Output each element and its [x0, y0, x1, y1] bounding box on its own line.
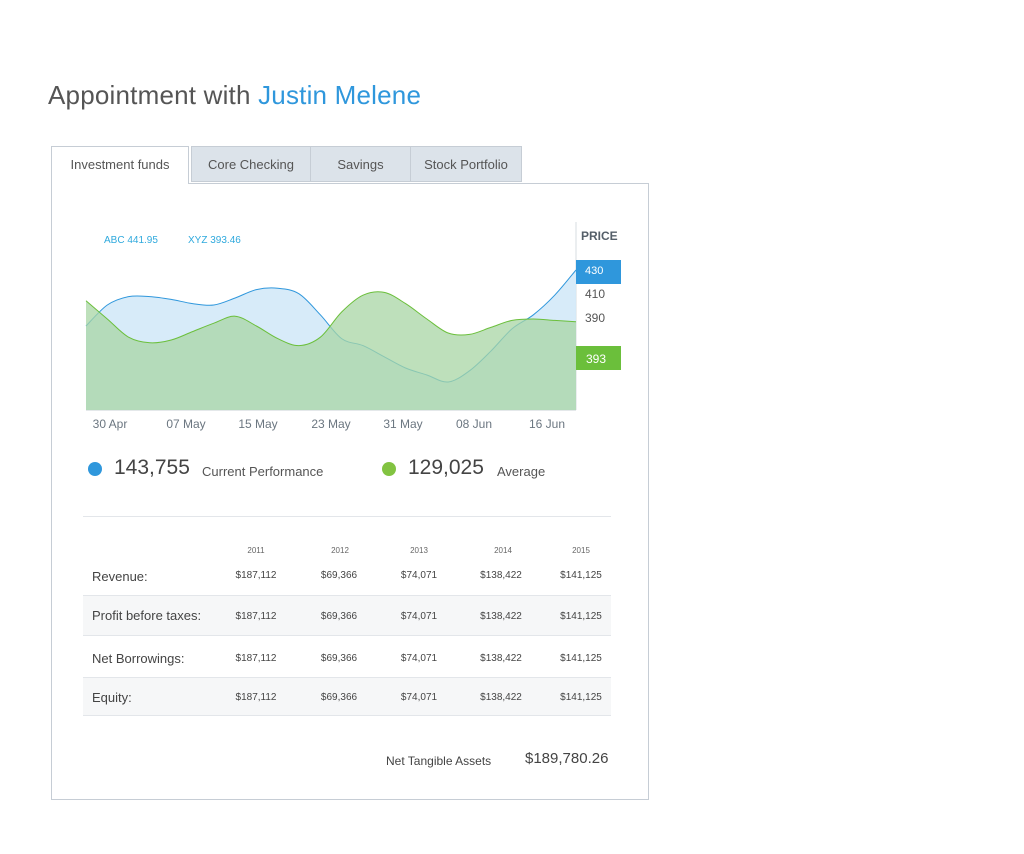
row-label: Revenue:	[92, 569, 148, 584]
row-label: Net Borrowings:	[92, 651, 185, 666]
page-title-prefix: Appointment with	[48, 80, 251, 110]
table-row: Profit before taxes: $187,112 $69,366 $7…	[83, 596, 611, 636]
legend-label-average: Average	[497, 464, 546, 479]
table-cell: $187,112	[235, 611, 277, 622]
table-cell: $74,071	[400, 570, 438, 581]
table-cell: $141,125	[560, 653, 602, 664]
table-cell: $187,112	[235, 653, 277, 664]
legend-value-current: 143,755	[114, 456, 190, 479]
net-tangible-assets-value: $189,780.26	[525, 750, 609, 767]
account-tabs: Investment funds Core Checking Savings S…	[51, 146, 522, 184]
table-cell: $187,112	[235, 570, 277, 581]
table-cell: $69,366	[320, 611, 358, 622]
tab-stock-portfolio[interactable]: Stock Portfolio	[411, 146, 522, 182]
legend-label-current: Current Performance	[202, 464, 324, 479]
net-tangible-assets-label: Net Tangible Assets	[386, 754, 492, 768]
legend-dot-average	[382, 462, 396, 476]
table-cell: $141,125	[560, 611, 602, 622]
year-header: 2014	[494, 546, 512, 555]
row-label: Equity:	[92, 690, 132, 705]
year-header: 2012	[331, 546, 349, 555]
legend-dot-current	[88, 462, 102, 476]
year-header: 2011	[247, 546, 265, 555]
table-cell: $74,071	[400, 692, 438, 703]
section-divider	[83, 516, 611, 517]
table-row: Revenue: $187,112 $69,366 $74,071 $138,4…	[83, 558, 611, 596]
table-cell: $74,071	[400, 653, 438, 664]
year-header: 2013	[410, 546, 428, 555]
table-cell: $69,366	[320, 692, 358, 703]
client-name: Justin Melene	[258, 80, 422, 110]
page-title: Appointment with Justin Melene	[48, 80, 421, 111]
row-label: Profit before taxes:	[92, 608, 202, 623]
table-cell: $138,422	[480, 653, 522, 664]
table-cell: $187,112	[235, 692, 277, 703]
tab-core-checking[interactable]: Core Checking	[191, 146, 311, 182]
table-cell: $69,366	[320, 570, 358, 581]
table-cell: $69,366	[320, 653, 358, 664]
table-cell: $138,422	[480, 570, 522, 581]
tab-investment-funds[interactable]: Investment funds	[51, 146, 189, 184]
legend-value-average: 129,025	[408, 456, 484, 479]
table-row: Equity: $187,112 $69,366 $74,071 $138,42…	[83, 678, 611, 716]
table-row: Net Borrowings: $187,112 $69,366 $74,071…	[83, 636, 611, 678]
year-header: 2015	[572, 546, 590, 555]
table-cell: $74,071	[400, 611, 438, 622]
tab-savings[interactable]: Savings	[311, 146, 411, 182]
table-cell: $141,125	[560, 570, 602, 581]
table-cell: $138,422	[480, 611, 522, 622]
table-cell: $138,422	[480, 692, 522, 703]
table-cell: $141,125	[560, 692, 602, 703]
